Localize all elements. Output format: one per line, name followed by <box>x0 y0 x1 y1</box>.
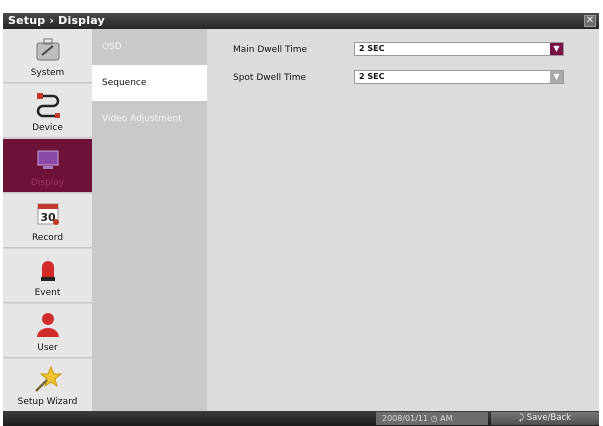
status-bar: 2008/01/11 ◷ AM 06:29:26 ⤸ Save/Back <box>3 411 599 426</box>
tab-list: OSD Sequence Video Adjustment <box>92 29 207 411</box>
sidebar-item-event[interactable]: Event <box>3 249 92 303</box>
spot-dwell-time-label: Spot Dwell Time <box>233 73 307 83</box>
sidebar-item-label: Device <box>32 123 63 133</box>
monitor-icon <box>37 150 58 169</box>
sidebar-item-label: Setup Wizard <box>17 397 78 407</box>
tab-video-adjustment[interactable]: Video Adjustment <box>92 101 207 137</box>
star-wand-icon <box>34 365 62 392</box>
sidebar-item-label: Record <box>31 233 64 243</box>
sidebar-item-device[interactable]: Device <box>3 84 92 138</box>
sidebar-item-user[interactable]: User <box>3 304 92 358</box>
close-icon: ✕ <box>585 15 595 26</box>
tab-sequence[interactable]: Sequence <box>92 65 207 101</box>
cable-plug-icon <box>36 93 60 118</box>
sidebar-item-label: System <box>30 68 65 78</box>
main-dwell-time-value: 2 SEC <box>359 44 385 53</box>
close-button[interactable]: ✕ <box>584 15 596 27</box>
main-dwell-time-label: Main Dwell Time <box>233 45 308 55</box>
sidebar-item-setup-wizard[interactable]: Setup Wizard <box>3 359 92 411</box>
chevron-down-icon: ▼ <box>550 43 563 55</box>
tab-osd[interactable]: OSD <box>92 29 207 65</box>
spot-dwell-time-value: 2 SEC <box>359 72 385 81</box>
sidebar-item-label: Display <box>30 178 65 188</box>
chevron-down-icon: ▼ <box>550 71 563 83</box>
settings-panel: Main Dwell Time 2 SEC ▼ Spot Dwell Time … <box>207 29 599 411</box>
sidebar-item-display[interactable]: Display <box>3 139 92 193</box>
user-icon <box>36 313 59 337</box>
page-title: Setup › Display <box>8 14 105 27</box>
main-dwell-time-select[interactable]: 2 SEC ▼ <box>354 42 564 56</box>
sidebar-item-label: Event <box>34 288 61 298</box>
datetime-display: 2008/01/11 ◷ AM 06:29:26 <box>376 412 488 425</box>
toolbox-icon <box>36 38 59 61</box>
save-back-button[interactable]: ⤸ Save/Back <box>491 412 599 425</box>
sidebar-item-record[interactable]: 30 Record <box>3 194 92 248</box>
calendar-icon: 30 <box>37 203 59 225</box>
sidebar-item-label: User <box>37 343 58 353</box>
sidebar: System Device Display 30 Record Event Us… <box>3 29 92 411</box>
sidebar-item-system[interactable]: System <box>3 29 92 83</box>
window-titlebar: Setup › Display ✕ <box>3 13 599 29</box>
alarm-siren-icon <box>40 261 55 281</box>
spot-dwell-time-select[interactable]: 2 SEC ▼ <box>354 70 564 84</box>
